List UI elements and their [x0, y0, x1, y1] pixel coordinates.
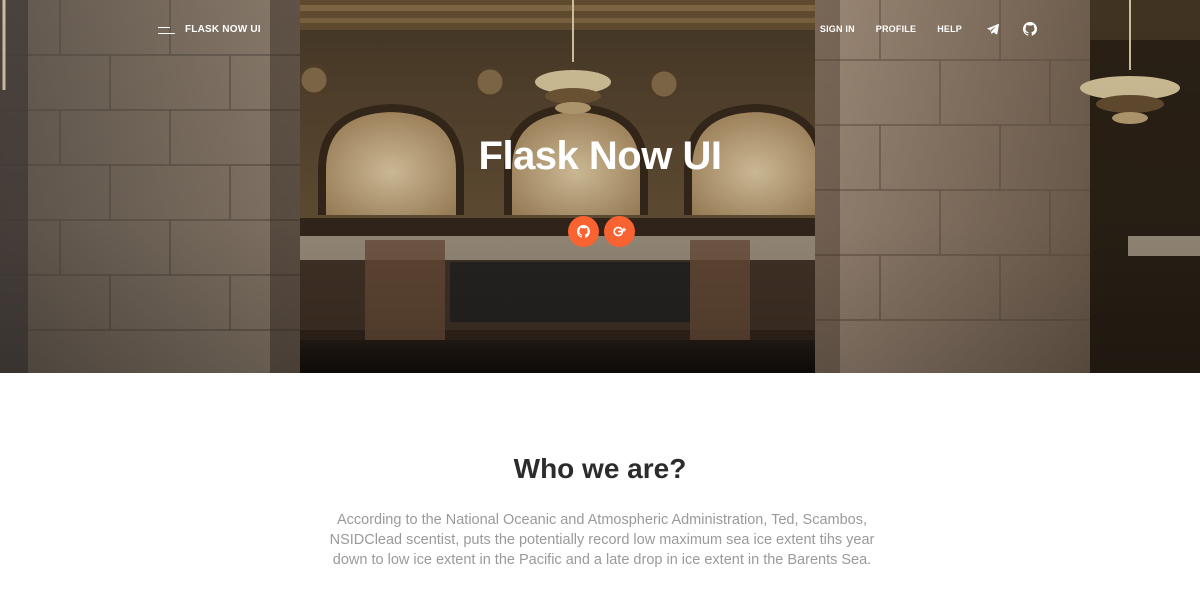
github-icon: [1023, 22, 1037, 36]
nav-links: SIGN IN PROFILE HELP: [820, 20, 1038, 38]
github-icon: [577, 225, 590, 238]
hero-social-buttons: [568, 216, 635, 247]
hero-title: Flask Now UI: [478, 134, 722, 178]
github-button[interactable]: [568, 216, 599, 247]
nav-link-sign-in[interactable]: SIGN IN: [820, 20, 855, 38]
telegram-link[interactable]: [985, 21, 1001, 37]
section-description: According to the National Oceanic and At…: [329, 512, 875, 568]
navbar-brand[interactable]: FLASK NOW UI: [158, 21, 261, 37]
menu-icon[interactable]: [158, 23, 175, 35]
navbar: FLASK NOW UI SIGN IN PROFILE HELP: [0, 0, 1200, 58]
google-plus-icon: [613, 226, 626, 237]
section-title: Who we are?: [513, 453, 687, 484]
nav-link-help[interactable]: HELP: [937, 20, 962, 38]
nav-link-profile[interactable]: PROFILE: [876, 20, 916, 38]
brand-title[interactable]: FLASK NOW UI: [185, 24, 261, 35]
about-section: Who we are? According to the National Oc…: [0, 373, 1200, 600]
telegram-icon: [987, 23, 999, 35]
github-link[interactable]: [1022, 21, 1038, 37]
google-plus-button[interactable]: [604, 216, 635, 247]
